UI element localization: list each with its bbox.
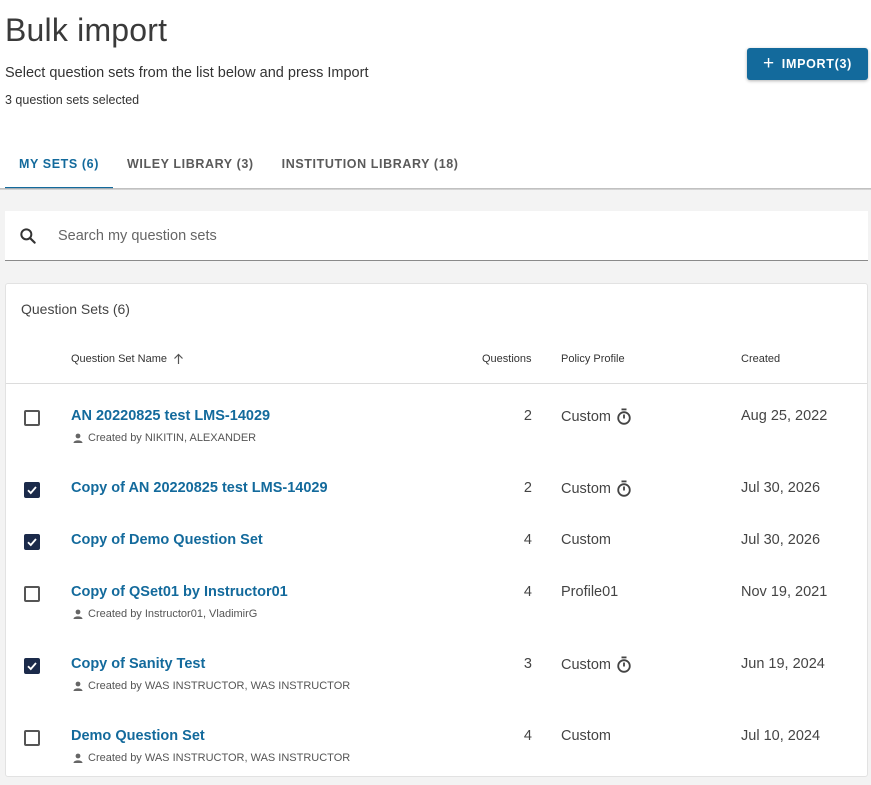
question-set-name-link[interactable]: AN 20220825 test LMS-14029 — [71, 408, 270, 424]
content-area: Question Sets (6) Question Set Name Ques… — [0, 190, 871, 785]
search-icon — [20, 228, 36, 244]
plus-icon: + — [763, 53, 775, 74]
question-count: 4 — [523, 532, 532, 548]
timer-icon — [617, 480, 631, 497]
row-checkbox[interactable] — [24, 534, 40, 550]
question-count: 4 — [523, 728, 532, 744]
policy-profile-text: Custom — [561, 728, 611, 744]
person-icon — [73, 609, 83, 619]
created-date: Jul 30, 2026 — [741, 532, 821, 548]
created-by: Created by WAS INSTRUCTOR, WAS INSTRUCTO… — [73, 680, 350, 692]
created-by: Created by WAS INSTRUCTOR, WAS INSTRUCTO… — [73, 752, 350, 764]
table-row: Copy of AN 20220825 test LMS-14029 2 Cus… — [6, 462, 867, 522]
policy-profile: Custom — [561, 656, 632, 673]
created-by-text: Created by NIKITIN, ALEXANDER — [88, 432, 257, 444]
table-row: Copy of Demo Question Set 4 Custom Jul 3… — [6, 514, 867, 574]
policy-profile-text: Custom — [561, 408, 611, 425]
table-row: AN 20220825 test LMS-14029 Created by NI… — [6, 390, 867, 450]
row-checkbox[interactable] — [24, 410, 40, 426]
search-input[interactable] — [58, 211, 848, 260]
question-set-name-link[interactable]: Demo Question Set — [71, 728, 205, 744]
page-title: Bulk import — [5, 12, 168, 48]
table-row: Copy of QSet01 by Instructor01 Created b… — [6, 566, 867, 626]
person-icon — [73, 681, 83, 691]
policy-profile: Custom — [561, 532, 611, 548]
question-sets-card: Question Sets (6) Question Set Name Ques… — [5, 283, 868, 777]
checkmark-icon — [27, 486, 37, 495]
person-icon — [73, 433, 83, 443]
tab-institution-library[interactable]: INSTITUTION LIBRARY (18) — [268, 140, 473, 188]
policy-profile: Profile01 — [561, 584, 618, 600]
created-date: Jul 30, 2026 — [741, 480, 821, 496]
question-count: 4 — [523, 584, 532, 600]
header-divider — [6, 383, 867, 384]
question-count: 2 — [523, 480, 532, 496]
question-set-name-link[interactable]: Copy of AN 20220825 test LMS-14029 — [71, 480, 328, 496]
question-set-name-link[interactable]: Copy of QSet01 by Instructor01 — [71, 584, 288, 600]
created-by: Created by Instructor01, VladimirG — [73, 608, 257, 620]
timer-icon — [617, 408, 631, 425]
column-header-questions[interactable]: Questions — [482, 353, 532, 365]
created-date: Jul 10, 2024 — [741, 728, 821, 744]
table-row: Copy of Sanity Test Created by WAS INSTR… — [6, 638, 867, 698]
policy-profile: Custom — [561, 480, 632, 497]
created-date: Nov 19, 2021 — [741, 584, 828, 600]
person-icon — [73, 753, 83, 763]
checkmark-icon — [27, 538, 37, 547]
created-by-text: Created by Instructor01, VladimirG — [88, 608, 258, 620]
column-header-name[interactable]: Question Set Name — [71, 353, 184, 365]
table-title: Question Sets (6) — [21, 301, 130, 317]
column-header-name-label: Question Set Name — [71, 353, 167, 365]
question-count: 3 — [523, 656, 532, 672]
search-bar — [5, 211, 868, 261]
created-date: Aug 25, 2022 — [741, 408, 828, 424]
created-date: Jun 19, 2024 — [741, 656, 825, 672]
question-set-name-link[interactable]: Copy of Sanity Test — [71, 656, 205, 672]
table-row: Demo Question Set Created by WAS INSTRUC… — [6, 710, 867, 770]
sort-ascending-icon — [174, 353, 183, 364]
policy-profile-text: Custom — [561, 480, 611, 497]
tab-my-sets[interactable]: MY SETS (6) — [5, 140, 113, 189]
checkmark-icon — [27, 662, 37, 671]
column-header-policy[interactable]: Policy Profile — [561, 353, 625, 365]
policy-profile-text: Custom — [561, 656, 611, 673]
row-checkbox[interactable] — [24, 658, 40, 674]
created-by-text: Created by WAS INSTRUCTOR, WAS INSTRUCTO… — [88, 752, 351, 764]
row-checkbox[interactable] — [24, 730, 40, 746]
question-count: 2 — [523, 408, 532, 424]
row-checkbox[interactable] — [24, 482, 40, 498]
policy-profile: Custom — [561, 728, 611, 744]
created-by: Created by NIKITIN, ALEXANDER — [73, 432, 256, 444]
timer-icon — [617, 656, 631, 673]
import-button-label: IMPORT(3) — [781, 57, 852, 71]
question-set-name-link[interactable]: Copy of Demo Question Set — [71, 532, 263, 548]
import-button[interactable]: + IMPORT(3) — [747, 48, 868, 80]
policy-profile: Custom — [561, 408, 632, 425]
column-header-created[interactable]: Created — [741, 353, 780, 365]
page-header: Bulk import Select question sets from th… — [0, 0, 871, 190]
policy-profile-text: Custom — [561, 532, 611, 548]
policy-profile-text: Profile01 — [561, 584, 619, 600]
created-by-text: Created by WAS INSTRUCTOR, WAS INSTRUCTO… — [88, 680, 351, 692]
page-subtitle: Select question sets from the list below… — [5, 65, 369, 81]
tab-wiley-library[interactable]: WILEY LIBRARY (3) — [113, 140, 268, 188]
selected-count: 3 question sets selected — [5, 93, 140, 107]
row-checkbox[interactable] — [24, 586, 40, 602]
tab-bar: MY SETS (6) WILEY LIBRARY (3) INSTITUTIO… — [5, 140, 473, 190]
